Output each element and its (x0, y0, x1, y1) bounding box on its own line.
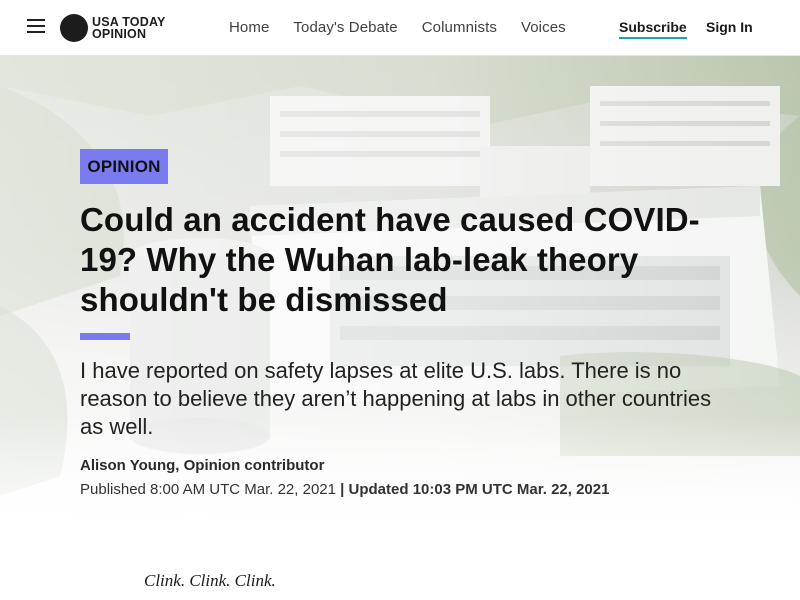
menu-icon[interactable] (27, 19, 45, 35)
site-header: USA TODAY OPINION Home Today's Debate Co… (0, 0, 800, 56)
logo-text: USA TODAY OPINION (92, 16, 166, 41)
nav-home[interactable]: Home (229, 19, 269, 36)
sign-in-link[interactable]: Sign In (706, 19, 753, 35)
nav-columnists[interactable]: Columnists (422, 19, 497, 36)
article-dek: I have reported on safety lapses at elit… (80, 358, 712, 439)
article-first-line: Clink. Clink. Clink. (144, 571, 276, 590)
headline-accent-rule (80, 333, 130, 340)
logo-circle (60, 14, 88, 42)
published-date: Published 8:00 AM UTC Mar. 22, 2021 (80, 481, 336, 498)
main-nav: Home Today's Debate Columnists Voices (229, 19, 566, 36)
nav-todays-debate[interactable]: Today's Debate (293, 19, 397, 36)
opinion-badge[interactable]: OPINION (80, 149, 168, 184)
article-dates: Published 8:00 AM UTC Mar. 22, 2021 | Up… (80, 481, 609, 498)
site-logo[interactable]: USA TODAY OPINION (60, 14, 166, 42)
subscribe-link[interactable]: Subscribe (619, 19, 687, 39)
article-byline[interactable]: Alison Young, Opinion contributor (80, 457, 324, 474)
article-headline: Could an accident have caused COVID-19? … (80, 201, 700, 318)
nav-voices[interactable]: Voices (521, 19, 566, 36)
updated-date: | Updated 10:03 PM UTC Mar. 22, 2021 (340, 481, 610, 498)
logo-line-2: OPINION (92, 27, 147, 41)
hero-section: OPINION Could an accident have caused CO… (0, 56, 800, 546)
